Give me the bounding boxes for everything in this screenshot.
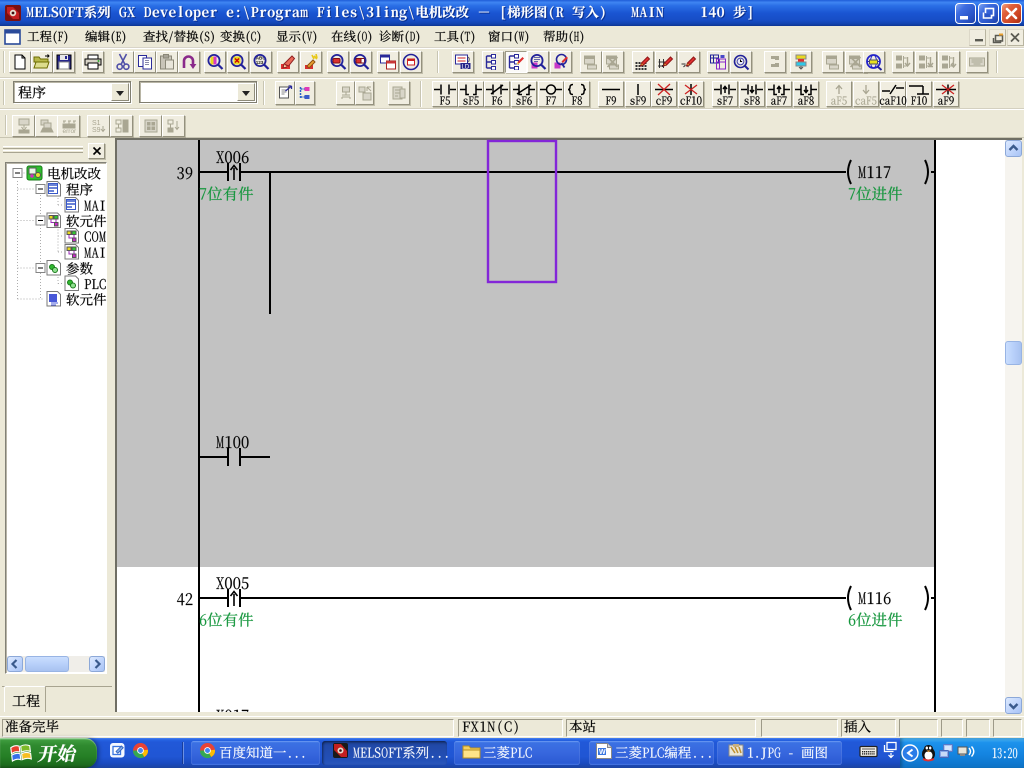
svg-text:LD: LD bbox=[462, 65, 470, 71]
svg-text:error: error bbox=[62, 128, 77, 134]
svg-text:S9: S9 bbox=[92, 127, 101, 134]
svg-text:S1: S1 bbox=[92, 120, 101, 127]
